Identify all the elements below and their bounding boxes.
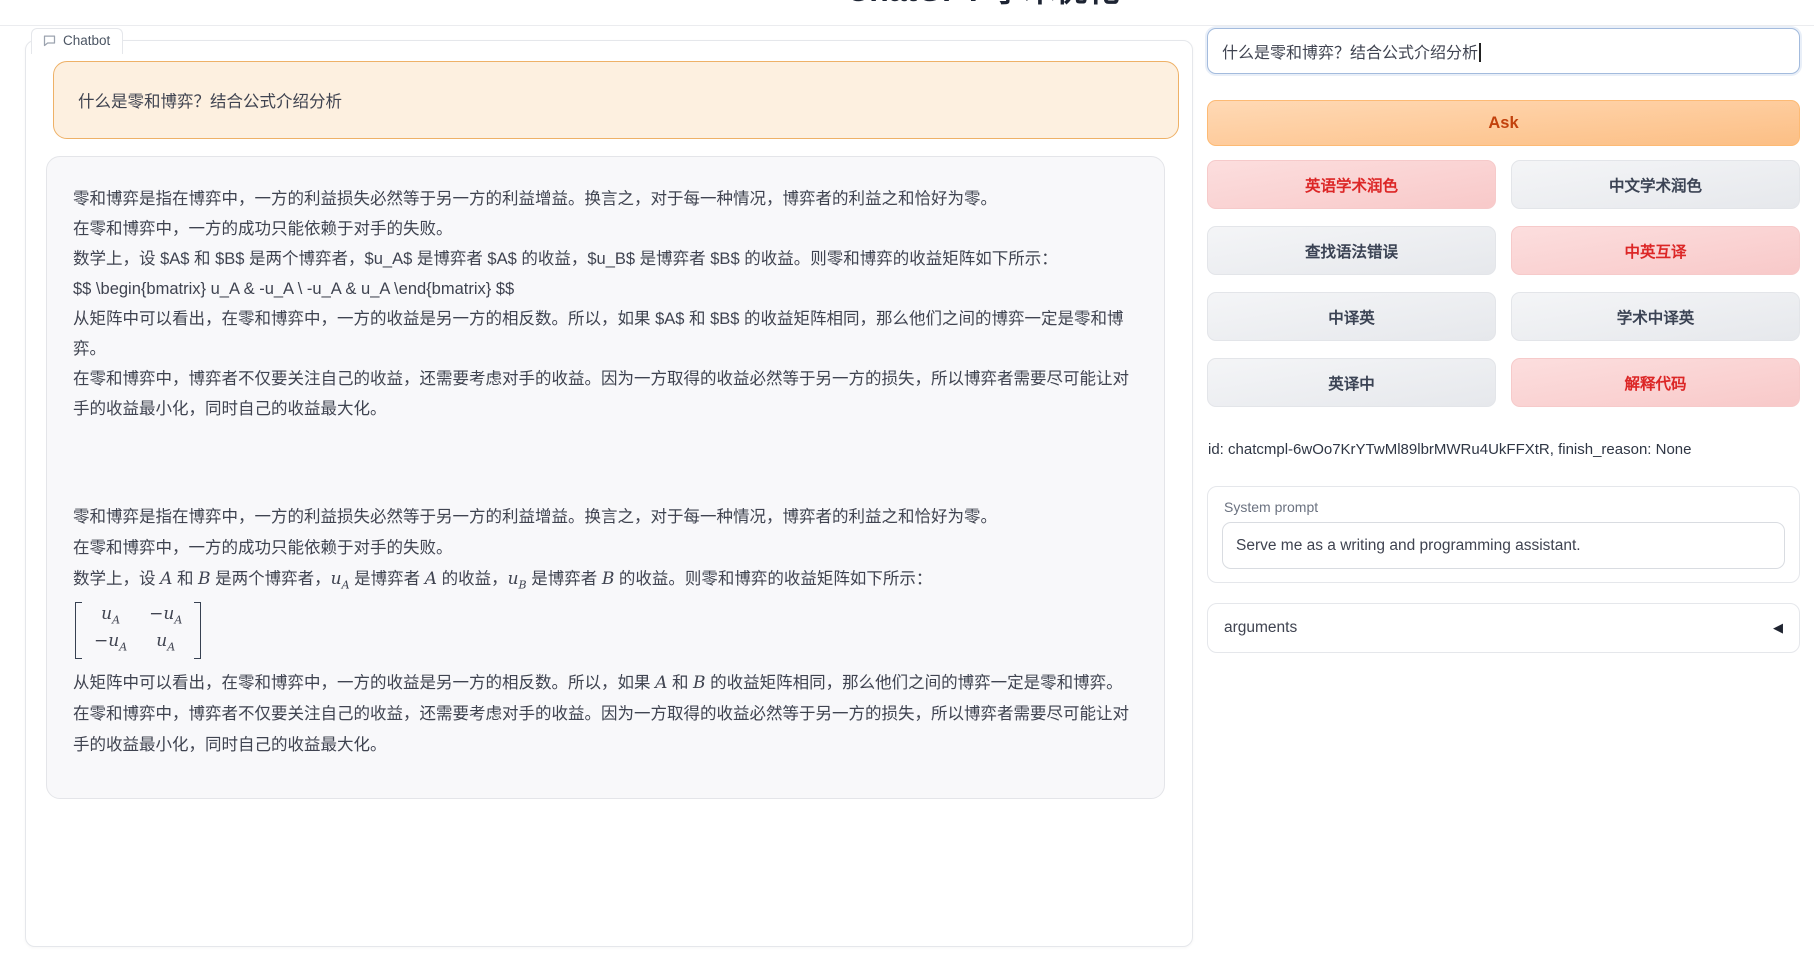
app-root: ChatGPT 学术优化 Chatbot 什么是零和博弈？结合公式介绍分析 零和… [0, 0, 1814, 961]
ask-button[interactable]: Ask [1207, 100, 1800, 146]
text-fragment: 是博弈者 [350, 570, 425, 588]
text-fragment: 和 [172, 570, 198, 588]
bot-raw-answer: 零和博弈是指在博弈中，一方的利益损失必然等于另一方的利益增益。换言之，对于每一种… [73, 184, 1134, 424]
chatbot-panel[interactable]: Chatbot 什么是零和博弈？结合公式介绍分析 零和博弈是指在博弈中，一方的利… [25, 40, 1193, 947]
bot-rendered-answer: 零和博弈是指在博弈中，一方的利益损失必然等于另一方的利益增益。换言之，对于每一种… [73, 502, 1134, 761]
text-fragment: 是博弈者 [527, 570, 602, 588]
action-button-zh-en-mutual-translate[interactable]: 中英互译 [1511, 226, 1800, 275]
math-var: A [655, 673, 667, 693]
matrix-right-bracket [194, 602, 201, 659]
text-fragment: 的收益矩阵相同，那么他们之间的博弈一定是零和博弈。 [706, 674, 1123, 692]
question-input-value: 什么是零和博弈？结合公式介绍分析 [1222, 39, 1481, 63]
action-button-explain-code[interactable]: 解释代码 [1511, 358, 1800, 407]
app-title-clipped: ChatGPT 学术优化 [846, 0, 1120, 9]
system-prompt-input[interactable]: Serve me as a writing and programming as… [1222, 522, 1785, 569]
math-var: B [693, 673, 706, 693]
user-message-text: 什么是零和博弈？结合公式介绍分析 [78, 88, 342, 112]
answer-section-gap [73, 424, 1134, 502]
system-prompt-value: Serve me as a writing and programming as… [1236, 537, 1581, 555]
math-subscript: B [519, 578, 527, 591]
text-fragment: 和 [667, 674, 693, 692]
matrix-cell: uA [149, 631, 182, 657]
completion-status-text: id: chatcmpl-6wOo7KrYTwMl89lbrMWRu4UkFFX… [1208, 441, 1801, 458]
action-button-english-academic-polish[interactable]: 英语学术润色 [1207, 160, 1496, 209]
system-prompt-label: System prompt [1224, 499, 1785, 515]
math-var: B [198, 569, 211, 589]
action-button-zh-to-en[interactable]: 中译英 [1207, 292, 1496, 341]
arguments-accordion[interactable]: arguments ◀ [1207, 603, 1800, 653]
question-input[interactable]: 什么是零和博弈？结合公式介绍分析 [1207, 28, 1800, 74]
math-var: u [331, 569, 342, 589]
matrix-cells: uA −uA −uA uA [82, 602, 194, 659]
text-fragment: 是两个博弈者， [211, 570, 331, 588]
user-message-bubble: 什么是零和博弈？结合公式介绍分析 [53, 61, 1179, 139]
action-button-en-to-zh[interactable]: 英译中 [1207, 358, 1496, 407]
text-fragment: 的收益。则零和博弈的收益矩阵如下所示： [614, 570, 932, 588]
math-var: A [160, 569, 172, 589]
text-fragment: 的收益， [437, 570, 508, 588]
math-var: B [602, 569, 615, 589]
rendered-paragraph-2: 从矩阵中可以看出，在零和博弈中，一方的收益是另一方的相反数。所以，如果 A 和 … [73, 668, 1134, 699]
action-button-chinese-academic-polish[interactable]: 中文学术润色 [1511, 160, 1800, 209]
bot-message-card: 零和博弈是指在博弈中，一方的利益损失必然等于另一方的利益增益。换言之，对于每一种… [46, 156, 1165, 799]
payoff-matrix-row: uA −uA −uA uA [73, 600, 1134, 668]
header-divider [0, 25, 1814, 26]
rendered-paragraph-3: 在零和博弈中，博弈者不仅要关注自己的收益，还需要考虑对手的收益。因为一方取得的收… [73, 699, 1134, 761]
chat-bubble-icon [42, 33, 57, 48]
rendered-paragraph-1: 零和博弈是指在博弈中，一方的利益损失必然等于另一方的利益增益。换言之，对于每一种… [73, 502, 1134, 564]
matrix-left-bracket [75, 602, 82, 659]
arguments-accordion-label: arguments [1224, 619, 1297, 637]
chatbot-panel-label-text: Chatbot [63, 33, 110, 48]
action-button-academic-zh-to-en[interactable]: 学术中译英 [1511, 292, 1800, 341]
rendered-math-line: 数学上，设 A 和 B 是两个博弈者，uA 是博弈者 A 的收益，uB 是博弈者… [73, 564, 1134, 600]
quick-action-grid: 英语学术润色 中文学术润色 查找语法错误 中英互译 中译英 学术中译英 英译中 … [1207, 160, 1800, 407]
chatbot-panel-label: Chatbot [31, 28, 123, 54]
matrix-cell: −uA [94, 631, 127, 657]
text-fragment: 数学上，设 [73, 570, 160, 588]
math-subscript: A [342, 578, 350, 591]
system-prompt-card: System prompt Serve me as a writing and … [1207, 486, 1800, 583]
app-title: ChatGPT 学术优化 [846, 0, 1120, 8]
payoff-matrix: uA −uA −uA uA [75, 602, 201, 659]
math-var: A [425, 569, 437, 589]
math-var: u [508, 569, 519, 589]
action-button-find-grammar-errors[interactable]: 查找语法错误 [1207, 226, 1496, 275]
text-fragment: 从矩阵中可以看出，在零和博弈中，一方的收益是另一方的相反数。所以，如果 [73, 674, 655, 692]
matrix-cell: uA [94, 604, 127, 630]
accordion-collapse-icon: ◀ [1773, 620, 1783, 636]
matrix-cell: −uA [149, 604, 182, 630]
